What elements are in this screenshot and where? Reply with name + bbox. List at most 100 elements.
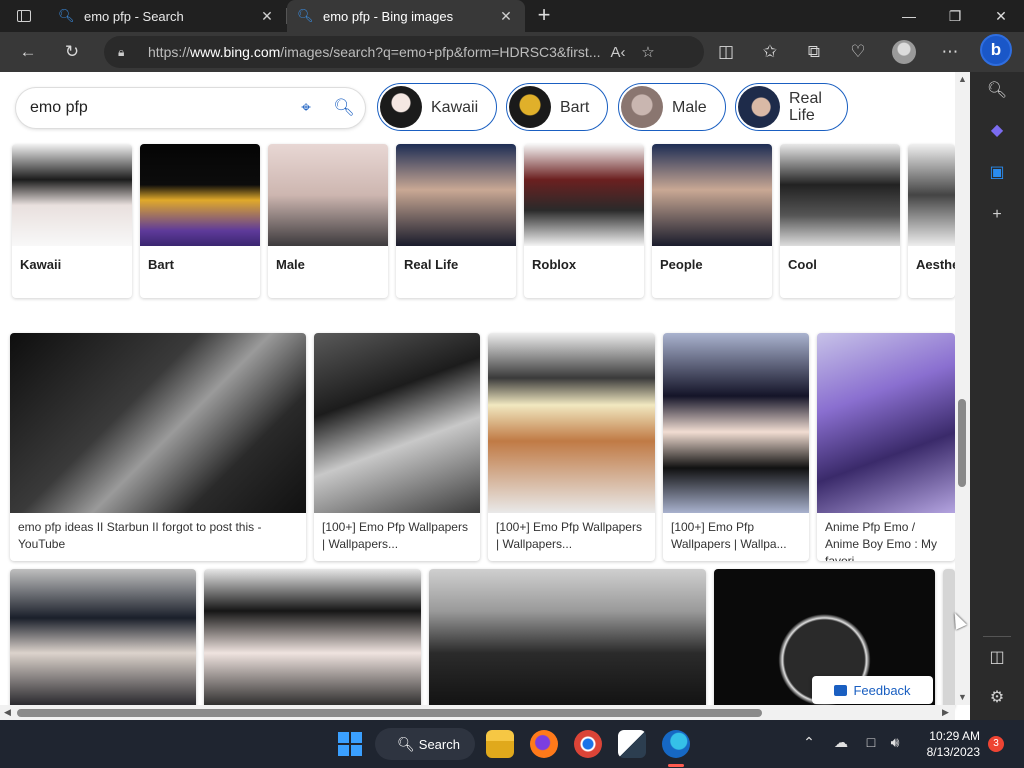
lock-icon[interactable]: 🔒︎: [118, 45, 136, 60]
back-button[interactable]: ←: [14, 38, 42, 66]
start-button[interactable]: [338, 732, 362, 756]
scroll-down-arrow-icon[interactable]: ▼: [958, 693, 967, 702]
chip-thumbnail: [621, 86, 663, 128]
image-result[interactable]: [100+] Emo Pfp Wallpapers | Wallpapers..…: [314, 333, 480, 561]
url-path: /images/search?q=emo+pfp&form=HDRSC3&fir…: [280, 44, 601, 60]
image-result[interactable]: [204, 569, 421, 709]
feedback-button[interactable]: Feedback: [812, 676, 933, 704]
tab-emo-pfp-bing-images[interactable]: 🔍︎ emo pfp - Bing images ✕: [287, 0, 525, 32]
image-result[interactable]: [429, 569, 706, 709]
result-image: [204, 569, 421, 709]
close-tab-icon[interactable]: ✕: [258, 8, 276, 25]
bing-copilot-button[interactable]: b: [980, 34, 1012, 66]
notification-badge[interactable]: 3: [988, 736, 1004, 752]
windows-taskbar: 🔍︎ Search ⌃ ☁ □ 🔊︎ 10:29 AM 8/13/2023 3: [0, 720, 1024, 768]
category-carousel: Kawaii Bart Male Real Life Roblox People…: [0, 144, 955, 298]
related-chip-kawaii[interactable]: Kawaii: [377, 83, 498, 131]
vertical-scroll-thumb[interactable]: [958, 399, 966, 487]
clock-date: 8/13/2023: [926, 745, 980, 759]
visual-search-icon[interactable]: ⌖: [295, 97, 317, 119]
category-card-aesthetic[interactable]: Aesthe: [908, 144, 955, 298]
close-window-button[interactable]: ✕: [978, 0, 1024, 32]
horizontal-scrollbar[interactable]: ◀ ▶: [0, 705, 955, 720]
category-card-kawaii[interactable]: Kawaii: [12, 144, 132, 298]
refresh-button[interactable]: ↻: [58, 38, 86, 66]
split-screen-icon[interactable]: ◫: [712, 38, 740, 66]
clock[interactable]: 10:29 AM 8/13/2023: [910, 728, 980, 760]
sidebar-hide-icon[interactable]: ◫: [984, 645, 1010, 671]
category-image: [908, 144, 955, 246]
category-card-people[interactable]: People: [652, 144, 772, 298]
image-result[interactable]: emo pfp ideas II Starbun II forgot to po…: [10, 333, 306, 561]
chip-label: Real Life: [789, 90, 822, 124]
network-icon[interactable]: □: [861, 734, 881, 750]
tab-emo-pfp-search[interactable]: 🔍︎ emo pfp - Search ✕: [48, 0, 286, 32]
result-caption: [100+] Emo Pfp Wallpapers | Wallpa...: [671, 520, 787, 551]
firefox-icon[interactable]: [530, 730, 558, 758]
new-tab-button[interactable]: +: [532, 4, 556, 28]
image-result[interactable]: Anime Pfp Emo / Anime Boy Emo : My favor…: [817, 333, 955, 561]
image-result[interactable]: [100+] Emo Pfp Wallpapers | Wallpa...: [663, 333, 809, 561]
related-chip-male[interactable]: Male: [618, 83, 726, 131]
edge-icon[interactable]: [662, 730, 690, 758]
read-aloud-icon[interactable]: A‹: [603, 44, 633, 61]
sidebar-settings-icon[interactable]: ⚙: [984, 685, 1010, 711]
category-label: Roblox: [532, 257, 577, 272]
sidebar-copilot-icon[interactable]: ◆: [984, 118, 1010, 144]
restore-button[interactable]: ❐: [932, 0, 978, 32]
category-label: Cool: [788, 257, 817, 272]
horizontal-scroll-thumb[interactable]: [17, 709, 762, 717]
favorite-star-icon[interactable]: ☆: [633, 43, 663, 61]
category-card-roblox[interactable]: Roblox: [524, 144, 644, 298]
category-card-male[interactable]: Male: [268, 144, 388, 298]
solitaire-icon[interactable]: [618, 730, 646, 758]
chrome-icon[interactable]: [574, 730, 602, 758]
scroll-up-arrow-icon[interactable]: ▲: [958, 75, 967, 84]
browser-toolbar: ← ↻ 🔒︎ https://www.bing.com/images/searc…: [0, 32, 1024, 72]
collections-icon[interactable]: ⧉: [800, 38, 828, 66]
more-menu-icon[interactable]: ⋯: [936, 38, 964, 66]
vertical-scrollbar[interactable]: ▲ ▼: [955, 72, 970, 705]
chip-thumbnail: [380, 86, 422, 128]
category-card-cool[interactable]: Cool: [780, 144, 900, 298]
sidebar-add-icon[interactable]: +: [984, 202, 1010, 228]
volume-icon[interactable]: 🔊︎: [885, 734, 905, 751]
image-result[interactable]: [943, 569, 955, 709]
scroll-right-arrow-icon[interactable]: ▶: [941, 708, 950, 717]
favorites-icon[interactable]: ✩: [756, 38, 784, 66]
browser-titlebar: 🔍︎ emo pfp - Search ✕ 🔍︎ emo pfp - Bing …: [0, 0, 1024, 32]
result-image: [429, 569, 706, 709]
image-result[interactable]: [100+] Emo Pfp Wallpapers | Wallpapers..…: [488, 333, 655, 561]
file-explorer-icon[interactable]: [486, 730, 514, 758]
related-chip-bart[interactable]: Bart: [506, 83, 609, 131]
url-domain: www.bing.com: [190, 44, 281, 60]
search-icon[interactable]: 🔍︎: [333, 97, 355, 119]
category-label: Bart: [148, 257, 175, 272]
profile-avatar[interactable]: [892, 40, 916, 64]
url-text[interactable]: https://www.bing.com/images/search?q=emo…: [148, 44, 603, 60]
tab-actions-icon[interactable]: [8, 4, 40, 28]
category-card-bart[interactable]: Bart: [140, 144, 260, 298]
category-label: Kawaii: [20, 257, 62, 272]
related-chip-real-life[interactable]: Real Life: [735, 83, 848, 131]
scroll-left-arrow-icon[interactable]: ◀: [3, 708, 12, 717]
category-image: [652, 144, 772, 246]
taskbar-search[interactable]: 🔍︎ Search: [375, 728, 475, 760]
search-input[interactable]: emo pfp: [30, 99, 88, 117]
sidebar-search-icon[interactable]: 🔍︎: [984, 78, 1010, 104]
result-image: [663, 333, 809, 513]
category-card-real-life[interactable]: Real Life: [396, 144, 516, 298]
category-image: [268, 144, 388, 246]
category-image: [524, 144, 644, 246]
browser-essentials-icon[interactable]: ♡: [844, 38, 872, 66]
close-tab-icon[interactable]: ✕: [497, 8, 515, 25]
show-hidden-icons-icon[interactable]: ⌃: [799, 734, 819, 751]
sidebar-outlook-icon[interactable]: ▣: [984, 160, 1010, 186]
minimize-button[interactable]: —: [886, 0, 932, 32]
image-result[interactable]: [10, 569, 196, 709]
result-caption: emo pfp ideas II Starbun II forgot to po…: [18, 520, 262, 551]
chip-thumbnail: [738, 86, 780, 128]
search-box[interactable]: emo pfp ⌖ 🔍︎: [16, 88, 365, 128]
address-bar[interactable]: 🔒︎ https://www.bing.com/images/search?q=…: [104, 36, 704, 68]
cloud-offline-icon[interactable]: ☁: [831, 734, 851, 751]
